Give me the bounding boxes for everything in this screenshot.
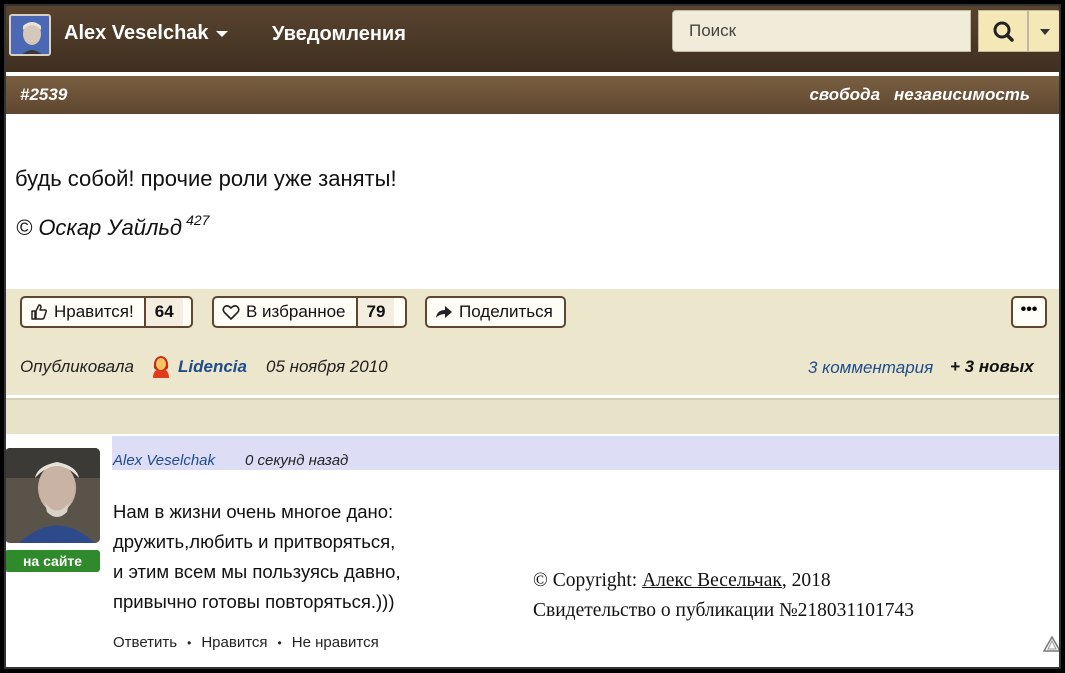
comment-header: Alex Veselchak 0 секунд назад <box>112 436 1060 470</box>
warning-icon[interactable] <box>1043 636 1061 652</box>
user-avatar[interactable] <box>9 14 51 56</box>
post-meta: Опубликовала Lidencia 05 ноября 2010 3 к… <box>6 337 1060 395</box>
author-quote-count: 427 <box>186 212 210 228</box>
quote-text: будь собой! прочие роли уже заняты! <box>15 166 397 191</box>
comment-line: привычно готовы повторяться.))) <box>113 591 395 612</box>
commenter-name-link[interactable]: Alex Veselchak <box>113 452 215 469</box>
author-link[interactable]: © Оскар Уайльд <box>16 215 182 240</box>
favorite-count: 79 <box>355 298 395 326</box>
comment-like-link[interactable]: Нравится <box>201 634 267 653</box>
copyright-line: © Copyright: Алекс Весельчак, 2018 <box>533 566 914 596</box>
tag-link[interactable]: свобода <box>809 85 880 105</box>
like-button[interactable]: Нравится! 64 <box>20 296 193 328</box>
user-menu-name[interactable]: Alex Veselchak <box>64 22 209 45</box>
publish-date: 05 ноября 2010 <box>266 357 388 376</box>
copyright-prefix: © Copyright: <box>533 570 643 591</box>
comment-actions: Ответить • Нравится • Не нравится <box>113 634 379 653</box>
heart-icon <box>222 305 240 320</box>
comments-link[interactable]: 3 комментария <box>808 358 933 378</box>
new-comments-badge[interactable]: + 3 новых <box>950 357 1034 377</box>
post-tags: свобода независимость <box>809 85 1030 105</box>
online-status-badge: на сайте <box>5 550 100 572</box>
post-header: #2539 свобода независимость <box>6 76 1060 114</box>
comment-body: Нам в жизни очень многое дано: дружить,л… <box>113 497 401 617</box>
favorite-button[interactable]: В избранное 79 <box>212 296 407 328</box>
bullet-separator: • <box>187 636 192 650</box>
chevron-down-icon[interactable] <box>216 31 228 37</box>
notifications-link[interactable]: Уведомления <box>272 23 406 46</box>
comment-dislike-link[interactable]: Не нравится <box>292 634 379 653</box>
like-count: 64 <box>143 298 183 326</box>
publication-certificate: Свидетельство о публикации №218031101743 <box>533 600 914 621</box>
favorite-label: В избранное <box>246 302 346 321</box>
copyright-block: © Copyright: Алекс Весельчак, 2018 Свиде… <box>533 566 914 626</box>
search-options-button[interactable] <box>1028 10 1061 52</box>
tag-link[interactable]: независимость <box>894 85 1030 105</box>
search-icon <box>993 21 1014 42</box>
share-button[interactable]: Поделиться <box>425 296 566 328</box>
commenter-avatar[interactable] <box>5 448 100 543</box>
thumbs-up-icon <box>31 304 48 320</box>
published-by-label: Опубликовала <box>20 357 134 376</box>
comment-line: и этим всем мы пользуясь давно, <box>113 561 401 582</box>
female-user-icon <box>153 356 169 378</box>
copyright-year: , 2018 <box>781 570 831 591</box>
publisher-link[interactable]: Lidencia <box>178 357 247 377</box>
reply-link[interactable]: Ответить <box>113 634 177 653</box>
more-options-button[interactable]: ••• <box>1011 296 1047 328</box>
copyright-author-link[interactable]: Алекс Весельчак <box>642 570 782 591</box>
quote-author: © Оскар Уайльд 427 <box>16 212 209 241</box>
like-label: Нравится! <box>54 302 134 321</box>
comment-line: дружить,любить и притворяться, <box>113 531 396 552</box>
bullet-separator: • <box>277 636 282 650</box>
caret-down-icon <box>1040 29 1050 35</box>
share-arrow-icon <box>436 306 452 318</box>
post-id[interactable]: #2539 <box>20 85 67 105</box>
section-divider <box>6 398 1060 434</box>
comment-line: Нам в жизни очень многое дано: <box>113 501 394 522</box>
share-label: Поделиться <box>459 302 553 321</box>
post-actions-bar: Нравится! 64 В избранное 79 Поделиться •… <box>6 289 1060 337</box>
search-input[interactable] <box>672 10 971 52</box>
top-navbar: Alex Veselchak Уведомления <box>0 0 1065 72</box>
search-button[interactable] <box>978 10 1028 52</box>
comment-time: 0 секунд назад <box>245 452 349 469</box>
